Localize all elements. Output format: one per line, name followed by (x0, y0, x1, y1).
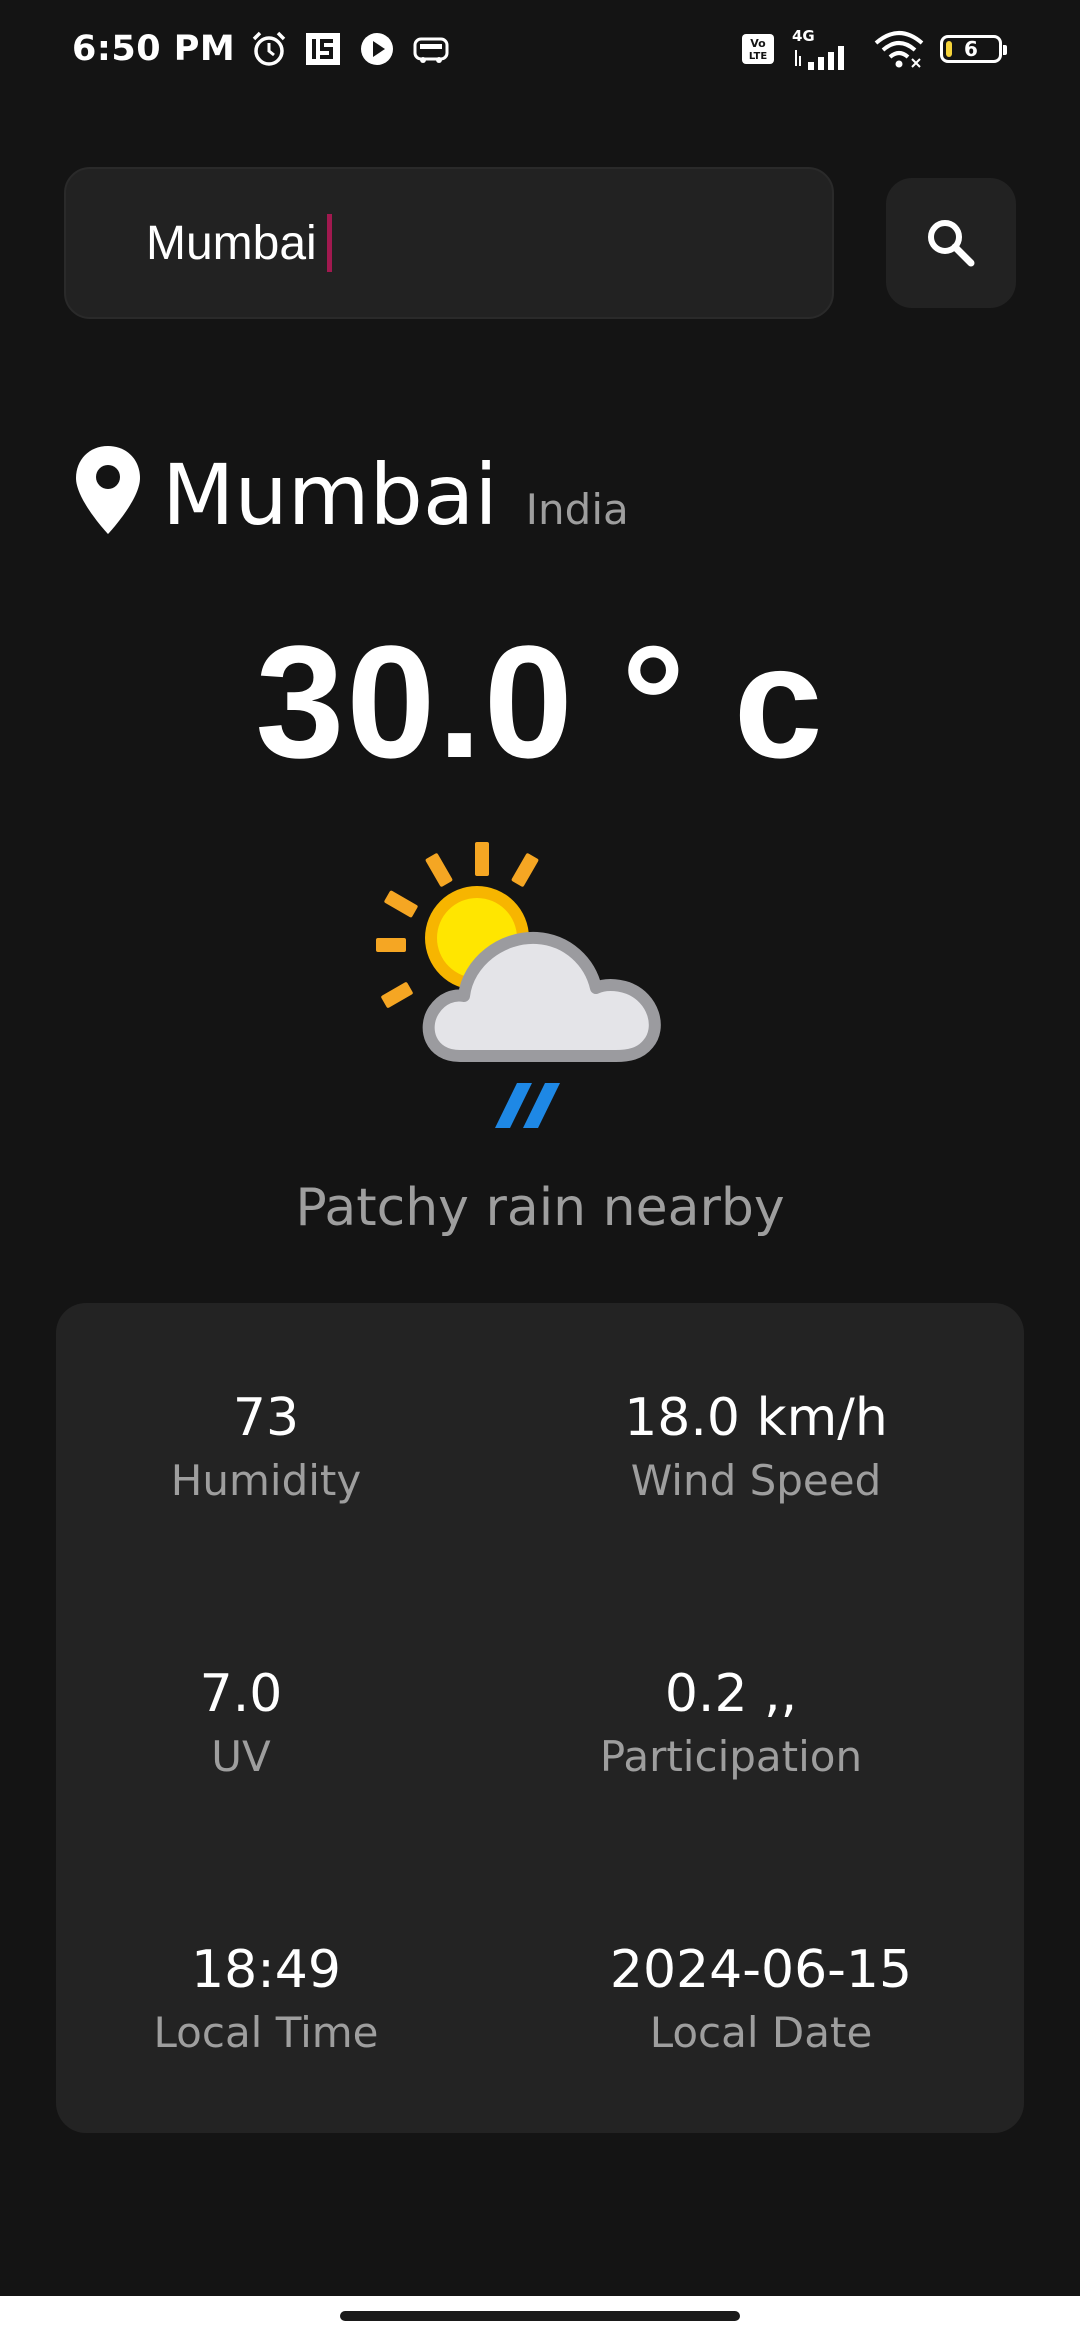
status-right: Vo LTE 4G 6 (738, 26, 1007, 72)
precipitation-value: 0.2 ,, (664, 1664, 798, 1724)
search-button[interactable] (886, 178, 1016, 308)
battery-level-text: 6 (964, 37, 978, 61)
weather-screen: 6:50 PM Vo LTE 4G 6 Mumbai Mumbai India … (0, 0, 1080, 2340)
humidity-value: 73 (232, 1388, 300, 1448)
wind-speed-value: 18.0 km/h (624, 1388, 888, 1448)
status-left: 6:50 PM (72, 26, 451, 72)
stats-card: 73 Humidity 18.0 km/h Wind Speed 7.0 UV … (56, 1303, 1024, 2133)
battery-fill (946, 41, 952, 57)
local-time-label: Local Time (153, 2008, 379, 2057)
redbus-icon (413, 37, 449, 63)
stat-humidity: 73 Humidity (116, 1385, 416, 1511)
temperature-value: 30.0 ° c (255, 612, 825, 791)
volte-icon: Vo LTE (742, 34, 774, 64)
country-name: India (525, 485, 629, 534)
play-icon (361, 33, 394, 65)
condition-text: Patchy rain nearby (295, 1178, 785, 1238)
location-row: Mumbai India (74, 440, 629, 540)
local-time-value: 18:49 (191, 1940, 341, 2000)
stat-precipitation: 0.2 ,, Participation (566, 1661, 896, 1787)
stat-local-time: 18:49 Local Time (116, 1937, 416, 2063)
navigation-bar (0, 2296, 1080, 2340)
search-box[interactable]: Mumbai (64, 167, 834, 319)
network-label: 4G (792, 26, 815, 45)
stat-wind-speed: 18.0 km/h Wind Speed (596, 1385, 916, 1511)
local-date-label: Local Date (649, 2008, 873, 2057)
humidity-label: Humidity (170, 1456, 362, 1505)
stat-local-date: 2024-06-15 Local Date (596, 1937, 926, 2063)
home-indicator[interactable] (340, 2311, 740, 2321)
alarm-icon (252, 31, 286, 66)
is-app-icon (306, 33, 341, 65)
wifi-icon (874, 31, 924, 68)
wind-speed-label: Wind Speed (630, 1456, 882, 1505)
search-input[interactable]: Mumbai (146, 216, 317, 271)
signal-group: 4G (792, 26, 858, 70)
location-pin-icon (76, 446, 140, 534)
stat-uv: 7.0 UV (116, 1661, 366, 1787)
signal-icon (795, 45, 844, 70)
precipitation-label: Participation (599, 1732, 863, 1781)
svg-text:Vo: Vo (750, 37, 766, 50)
sun-cloud-rain-icon (376, 842, 661, 1128)
svg-text:LTE: LTE (749, 51, 768, 62)
status-time: 6:50 PM (72, 29, 236, 69)
battery-icon: 6 (940, 35, 1007, 63)
uv-label: UV (211, 1732, 271, 1781)
local-date-value: 2024-06-15 (609, 1940, 913, 2000)
city-name: Mumbai (162, 446, 498, 544)
uv-value: 7.0 (199, 1664, 283, 1724)
search-icon (928, 220, 975, 267)
text-caret (326, 214, 332, 272)
status-bar: 6:50 PM Vo LTE 4G 6 (0, 0, 1080, 96)
